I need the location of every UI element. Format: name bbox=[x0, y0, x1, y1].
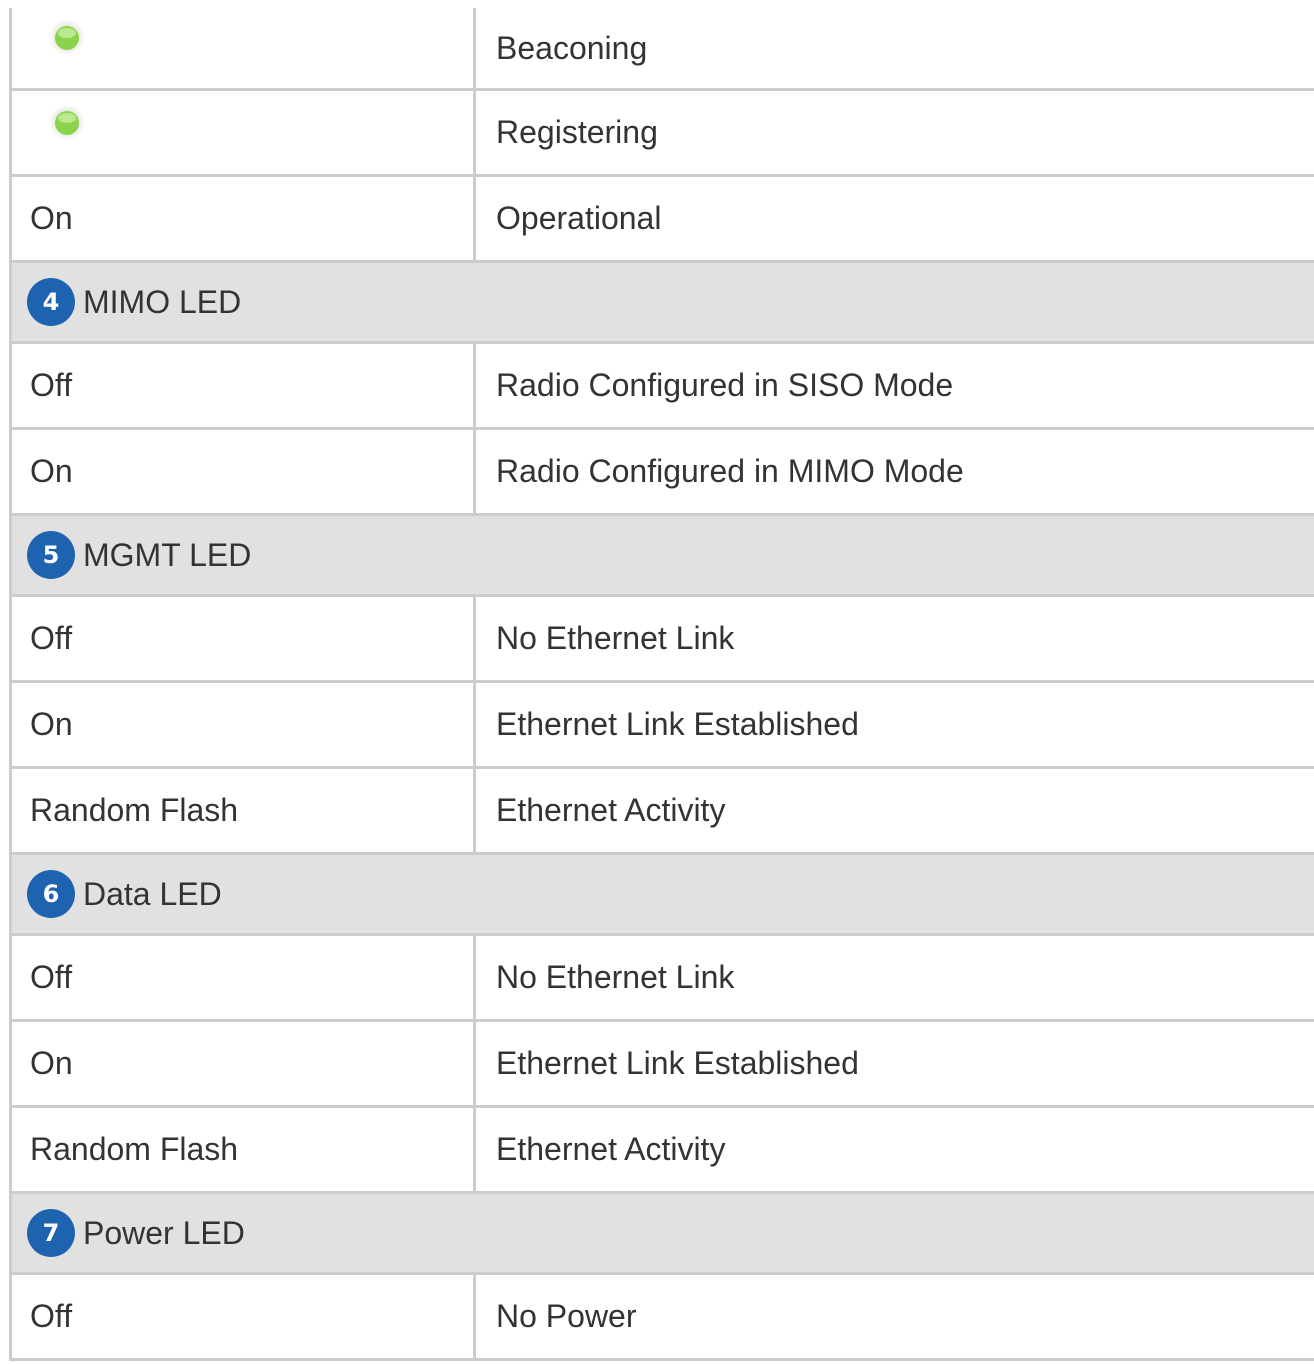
led-description-text: No Power bbox=[496, 1298, 637, 1334]
section-number-badge: 5 bbox=[27, 531, 75, 579]
section-header-row: 7 Power LED bbox=[9, 1194, 1314, 1275]
table-row: On Ethernet Link Established bbox=[9, 683, 1314, 769]
led-state-text: Off bbox=[30, 620, 73, 656]
led-state-cell bbox=[12, 8, 476, 88]
table-row: On Ethernet Link Established bbox=[9, 1022, 1314, 1108]
led-description-cell: No Ethernet Link bbox=[476, 597, 1314, 680]
led-description-cell: Ethernet Activity bbox=[476, 1108, 1314, 1191]
led-description-text: Ethernet Link Established bbox=[496, 1045, 859, 1081]
table-row: On Operational bbox=[9, 177, 1314, 263]
led-state-cell: On bbox=[12, 430, 476, 513]
table-row: Registering bbox=[9, 91, 1314, 177]
led-state-text: On bbox=[30, 706, 73, 742]
led-state-text: Off bbox=[30, 959, 73, 995]
led-state-cell: Off bbox=[12, 936, 476, 1019]
table-row: Off Radio Configured in SISO Mode bbox=[9, 344, 1314, 430]
section-number-badge: 6 bbox=[27, 870, 75, 918]
section-title: MIMO LED bbox=[83, 283, 242, 320]
led-description-cell: No Power bbox=[476, 1275, 1314, 1358]
led-state-text: On bbox=[30, 200, 73, 236]
led-state-cell: On bbox=[12, 177, 476, 260]
led-state-text: Random Flash bbox=[30, 1131, 239, 1167]
table-row: Beaconing bbox=[9, 8, 1314, 91]
section-number-badge: 4 bbox=[27, 278, 75, 326]
led-description-text: Ethernet Activity bbox=[496, 1131, 726, 1167]
led-description-cell: Ethernet Activity bbox=[476, 769, 1314, 852]
led-description-text: No Ethernet Link bbox=[496, 959, 735, 995]
led-description-cell: Registering bbox=[476, 91, 1314, 174]
led-description-text: Ethernet Activity bbox=[496, 792, 726, 828]
section-header-row: 5 MGMT LED bbox=[9, 516, 1314, 597]
led-state-cell: On bbox=[12, 1022, 476, 1105]
led-description-cell: No Ethernet Link bbox=[476, 936, 1314, 1019]
led-description-text: Operational bbox=[496, 200, 662, 236]
led-state-cell: Off bbox=[12, 1275, 476, 1358]
led-description-cell: Radio Configured in SISO Mode bbox=[476, 344, 1314, 427]
led-description-text: No Ethernet Link bbox=[496, 620, 735, 656]
led-description-text: Radio Configured in SISO Mode bbox=[496, 367, 954, 403]
led-description-cell: Operational bbox=[476, 177, 1314, 260]
led-description-text: Radio Configured in MIMO Mode bbox=[496, 453, 964, 489]
led-state-text: Off bbox=[30, 1298, 73, 1334]
led-state-cell: Off bbox=[12, 344, 476, 427]
led-state-text: Off bbox=[30, 367, 73, 403]
green-led-icon bbox=[48, 103, 86, 141]
table-row: On Radio Configured in MIMO Mode bbox=[9, 430, 1314, 516]
led-description-cell: Beaconing bbox=[476, 8, 1314, 88]
led-description-cell: Ethernet Link Established bbox=[476, 683, 1314, 766]
table-row: Random Flash Ethernet Activity bbox=[9, 1108, 1314, 1194]
led-state-cell: On bbox=[12, 683, 476, 766]
table-row: Random Flash Ethernet Activity bbox=[9, 769, 1314, 855]
section-number-badge: 7 bbox=[27, 1209, 75, 1257]
table-row: Off No Ethernet Link bbox=[9, 936, 1314, 1022]
led-state-cell: Random Flash bbox=[12, 769, 476, 852]
led-state-cell bbox=[12, 91, 476, 174]
section-header-row: 6 Data LED bbox=[9, 855, 1314, 936]
section-title: Data LED bbox=[83, 875, 222, 912]
led-state-text: On bbox=[30, 453, 73, 489]
section-header-row: 4 MIMO LED bbox=[9, 263, 1314, 344]
table-row: Off No Ethernet Link bbox=[9, 597, 1314, 683]
led-state-text: On bbox=[30, 1045, 73, 1081]
led-state-cell: Off bbox=[12, 597, 476, 680]
led-description-cell: Ethernet Link Established bbox=[476, 1022, 1314, 1105]
table-row: Off No Power bbox=[9, 1275, 1314, 1361]
led-status-table: Beaconing Registering On Operational 4 MIMO L… bbox=[9, 8, 1314, 1361]
led-state-text: Random Flash bbox=[30, 792, 239, 828]
led-description-text: Beaconing bbox=[496, 29, 648, 66]
led-description-text: Ethernet Link Established bbox=[496, 706, 859, 742]
led-description-text: Registering bbox=[496, 114, 658, 150]
section-title: Power LED bbox=[83, 1214, 245, 1251]
section-title: MGMT LED bbox=[83, 536, 252, 573]
led-description-cell: Radio Configured in MIMO Mode bbox=[476, 430, 1314, 513]
led-state-cell: Random Flash bbox=[12, 1108, 476, 1191]
green-led-icon bbox=[48, 18, 86, 56]
